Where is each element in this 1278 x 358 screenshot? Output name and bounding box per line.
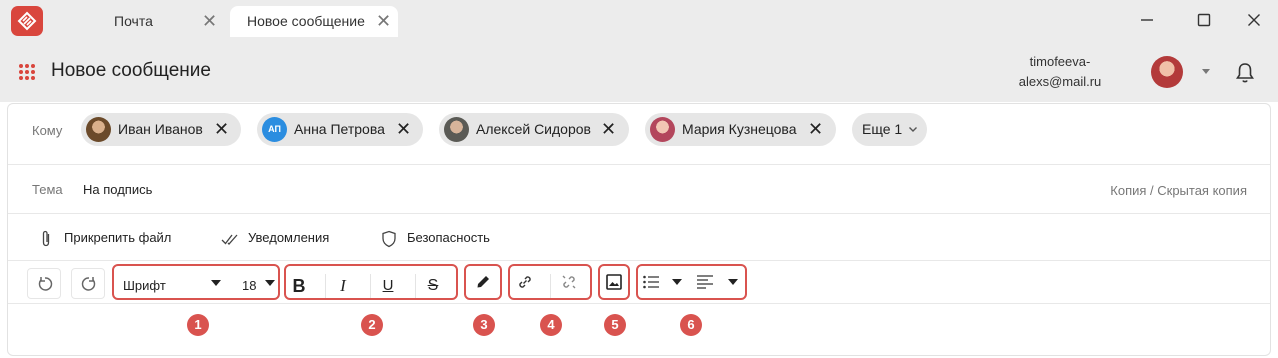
- more-recipients-button[interactable]: Еще 1: [852, 113, 927, 146]
- tab-mail[interactable]: Почта ✕: [92, 6, 222, 37]
- redo-icon: [81, 277, 96, 291]
- callout-badge-1: 1: [187, 314, 209, 336]
- subject-row: Тема На подпись Копия / Скрытая копия: [8, 166, 1270, 214]
- font-family-chevron-down-icon[interactable]: [211, 280, 221, 286]
- bell-icon[interactable]: [1235, 62, 1255, 84]
- list-align-group: [636, 264, 747, 300]
- tab-new-message-label: Новое сообщение: [247, 13, 365, 29]
- bulleted-list-icon[interactable]: [642, 274, 660, 290]
- user-email-line2: alexs@mail.ru: [1018, 74, 1102, 89]
- attach-file-label: Прикрепить файл: [64, 230, 172, 245]
- font-size-chevron-down-icon[interactable]: [265, 280, 275, 286]
- more-recipients-label: Еще 1: [862, 121, 903, 137]
- page-title: Новое сообщение: [51, 60, 211, 81]
- recipient-name: Алексей Сидоров: [476, 121, 591, 137]
- app-header: Новое сообщение timofeeva- alexs@mail.ru: [0, 40, 1278, 102]
- compose-form: Кому Иван Иванов ✕ АП Анна Петрова ✕ Але…: [7, 103, 1271, 356]
- redo-button[interactable]: [71, 268, 105, 299]
- callout-badge-2: 2: [361, 314, 383, 336]
- maximize-icon: [1197, 13, 1211, 27]
- link-group: [508, 264, 592, 300]
- notifications-label: Уведомления: [248, 230, 330, 245]
- compose-actions-row: Прикрепить файл Уведомления Безопасность: [8, 215, 1270, 261]
- pen-icon[interactable]: [475, 274, 491, 290]
- remove-recipient-icon[interactable]: ✕: [601, 113, 616, 146]
- text-color-group: [464, 264, 502, 300]
- tab-mail-label: Почта: [114, 13, 153, 29]
- recipient-name: Иван Иванов: [118, 121, 203, 137]
- minimize-button[interactable]: [1133, 9, 1161, 31]
- callout-badge-5: 5: [604, 314, 626, 336]
- link-icon[interactable]: [516, 273, 534, 291]
- recipient-chip[interactable]: Алексей Сидоров ✕: [439, 113, 629, 146]
- user-avatar[interactable]: [1151, 56, 1183, 88]
- title-bar: Почта ✕ Новое сообщение ✕: [0, 0, 1278, 40]
- callout-badge-4: 4: [540, 314, 562, 336]
- remove-recipient-icon[interactable]: ✕: [808, 113, 823, 146]
- image-icon[interactable]: [605, 273, 623, 291]
- font-size-select[interactable]: 18: [242, 278, 256, 293]
- font-group: Шрифт 18: [112, 264, 280, 300]
- avatar: [86, 117, 111, 142]
- callout-badge-3: 3: [473, 314, 495, 336]
- recipient-name: Мария Кузнецова: [682, 121, 797, 137]
- text-style-group: B I U S: [284, 264, 458, 300]
- underline-button[interactable]: U: [377, 275, 399, 297]
- italic-button[interactable]: I: [332, 275, 354, 297]
- subject-label: Тема: [32, 182, 63, 197]
- user-email: timofeeva- alexs@mail.ru: [1000, 52, 1120, 92]
- to-label: Кому: [32, 123, 63, 138]
- account-menu-chevron-down-icon[interactable]: [1202, 69, 1210, 74]
- recipient-chip[interactable]: Иван Иванов ✕: [81, 113, 241, 146]
- chevron-down-icon: [909, 127, 917, 132]
- align-chevron-down-icon[interactable]: [728, 279, 738, 285]
- subject-input[interactable]: На подпись: [83, 182, 152, 197]
- remove-recipient-icon[interactable]: ✕: [396, 113, 411, 146]
- paperclip-icon: [42, 230, 50, 247]
- shield-icon: [382, 230, 396, 248]
- remove-recipient-icon[interactable]: ✕: [214, 113, 229, 146]
- recipient-name: Анна Петрова: [294, 121, 385, 137]
- minimize-icon: [1141, 19, 1153, 21]
- recipient-chip[interactable]: АП Анна Петрова ✕: [257, 113, 423, 146]
- bold-button[interactable]: B: [288, 275, 310, 297]
- avatar: [650, 117, 675, 142]
- divider: [550, 274, 551, 298]
- callout-badge-6: 6: [680, 314, 702, 336]
- tab-new-message[interactable]: Новое сообщение ✕: [230, 6, 398, 37]
- image-group: [598, 264, 630, 300]
- maximize-button[interactable]: [1190, 9, 1218, 31]
- tab-new-message-close-icon[interactable]: ✕: [376, 6, 391, 37]
- font-family-select[interactable]: Шрифт: [123, 278, 166, 293]
- recipient-chip[interactable]: Мария Кузнецова ✕: [645, 113, 836, 146]
- strikethrough-button[interactable]: S: [422, 275, 444, 297]
- avatar: [444, 117, 469, 142]
- security-label: Безопасность: [407, 230, 490, 245]
- user-email-line1: timofeeva-: [1029, 54, 1091, 69]
- app-logo: [11, 6, 43, 36]
- close-icon: [1248, 14, 1260, 26]
- unlink-icon[interactable]: [560, 273, 578, 291]
- avatar: АП: [262, 117, 287, 142]
- recipients-row: Кому Иван Иванов ✕ АП Анна Петрова ✕ Але…: [8, 104, 1270, 165]
- tab-mail-close-icon[interactable]: ✕: [202, 6, 217, 37]
- undo-icon: [38, 277, 53, 291]
- list-chevron-down-icon[interactable]: [672, 279, 682, 285]
- divider: [370, 274, 371, 298]
- align-left-icon[interactable]: [696, 274, 714, 290]
- divider: [415, 274, 416, 298]
- undo-button[interactable]: [27, 268, 61, 299]
- close-window-button[interactable]: [1240, 9, 1268, 31]
- divider: [325, 274, 326, 298]
- formatting-toolbar: Шрифт 18 B I U S: [8, 262, 1270, 304]
- double-check-icon: [221, 234, 238, 245]
- cc-bcc-link[interactable]: Копия / Скрытая копия: [1110, 183, 1247, 198]
